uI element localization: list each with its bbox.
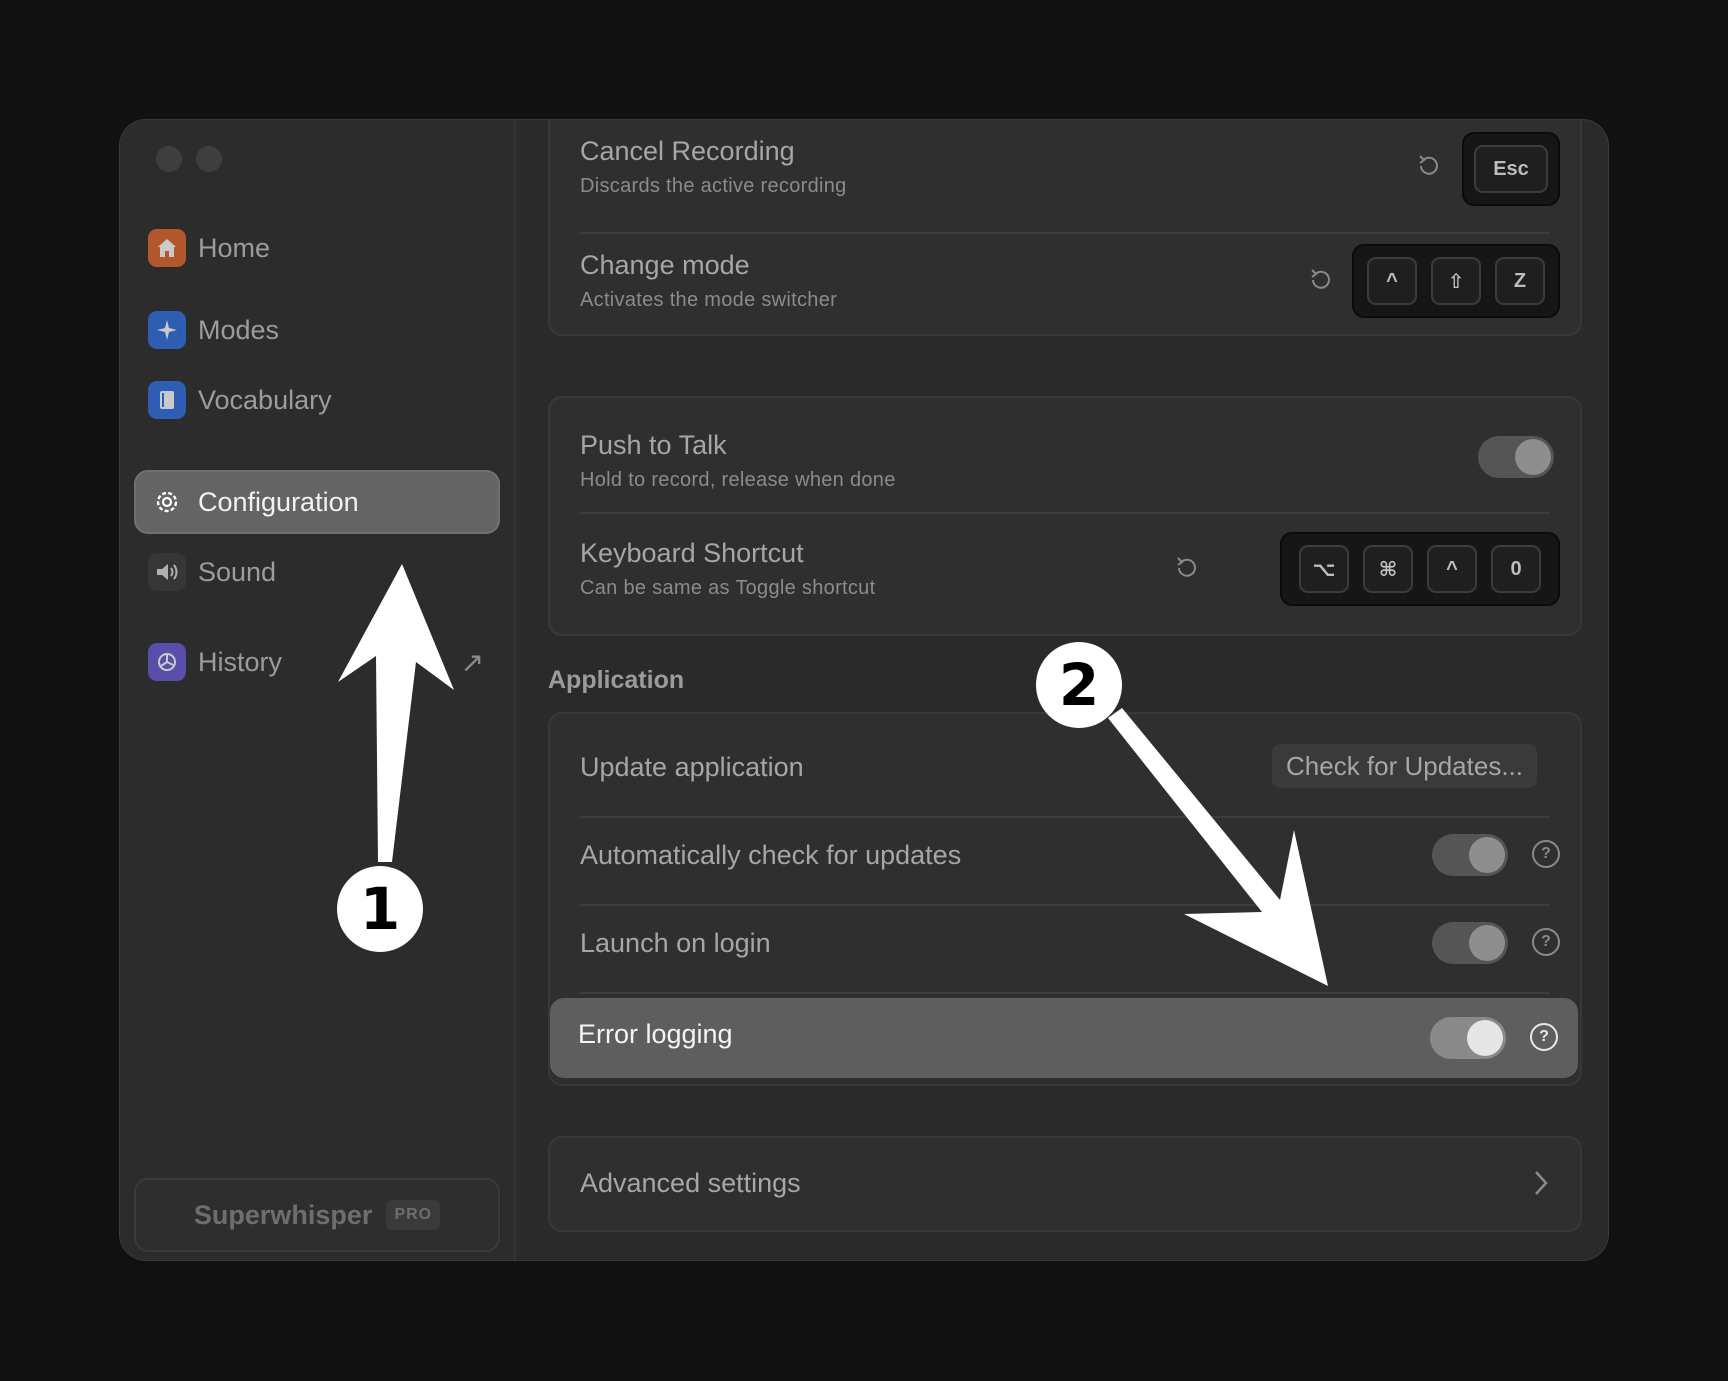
- toggle-knob: [1515, 439, 1551, 475]
- setting-title: Cancel Recording: [580, 136, 795, 166]
- house-icon: [148, 229, 186, 267]
- setting-title: Push to Talk: [580, 430, 727, 460]
- setting-title: Launch on login: [580, 928, 771, 958]
- toggle-knob: [1467, 1020, 1503, 1056]
- setting-row-launch-on-login: Launch on login: [580, 928, 1550, 959]
- shortcut-key: ^: [1427, 545, 1477, 593]
- book-icon: [148, 381, 186, 419]
- push-to-talk-toggle[interactable]: [1478, 436, 1554, 478]
- pro-badge: PRO: [386, 1200, 441, 1230]
- brand-name: Superwhisper: [193, 1199, 373, 1230]
- setting-row-push-to-talk: Push to Talk Hold to record, release whe…: [580, 430, 1550, 492]
- sidebar-item-label: Home: [198, 232, 271, 263]
- sidebar-item-modes[interactable]: Modes: [134, 298, 500, 362]
- external-link-icon: ↗: [460, 646, 484, 678]
- divider: [580, 904, 1550, 906]
- reset-shortcut-icon[interactable]: [1170, 552, 1202, 584]
- help-icon[interactable]: ?: [1530, 1023, 1558, 1051]
- sidebar-item-label: History: [198, 646, 283, 677]
- shortcut-key: ⌘: [1363, 545, 1413, 593]
- shortcut-key: Z: [1495, 257, 1545, 305]
- sidebar-item-label: Configuration: [198, 486, 359, 517]
- launch-on-login-toggle[interactable]: [1432, 922, 1508, 964]
- window-controls: [156, 146, 222, 172]
- settings-window: Home Modes Vocabulary Configuration Soun: [120, 120, 1608, 1260]
- setting-subtitle: Hold to record, release when done: [580, 469, 896, 491]
- close-window-button[interactable]: [156, 146, 182, 172]
- toggle-knob: [1469, 837, 1505, 873]
- annotation-badge-2: 2: [1036, 642, 1122, 728]
- section-title-application: Application: [548, 666, 685, 694]
- sidebar-item-sound[interactable]: Sound: [134, 540, 500, 604]
- annotation-badge-1: 1: [337, 866, 423, 952]
- setting-row-auto-check: Automatically check for updates: [580, 840, 1550, 871]
- sidebar-item-home[interactable]: Home: [134, 216, 500, 280]
- shortcut-key: 0: [1491, 545, 1541, 593]
- sidebar-item-label: Modes: [198, 314, 280, 345]
- sidebar-item-history[interactable]: History ↗: [134, 630, 500, 694]
- speaker-icon: [148, 553, 186, 591]
- divider: [580, 512, 1550, 514]
- minimize-window-button[interactable]: [196, 146, 222, 172]
- shortcut-keys-change-mode[interactable]: ^ ⇧ Z: [1352, 244, 1560, 318]
- help-icon[interactable]: ?: [1532, 928, 1560, 956]
- sparkle-icon: [148, 311, 186, 349]
- divider: [580, 232, 1550, 234]
- toggle-knob: [1469, 925, 1505, 961]
- check-for-updates-button[interactable]: Check for Updates...: [1272, 744, 1537, 788]
- shortcut-keys-push-to-talk[interactable]: ⌥ ⌘ ^ 0: [1280, 532, 1560, 606]
- reset-shortcut-icon[interactable]: [1412, 150, 1444, 182]
- setting-row-error-logging[interactable]: Error logging ?: [550, 998, 1578, 1078]
- setting-title: Error logging: [578, 1019, 733, 1049]
- setting-row-cancel-recording: Cancel Recording Discards the active rec…: [580, 136, 1550, 198]
- shortcuts-card: Cancel Recording Discards the active rec…: [548, 120, 1582, 336]
- advanced-settings-label-wrap: Advanced settings: [580, 1168, 1550, 1199]
- error-logging-toggle[interactable]: [1430, 1017, 1506, 1059]
- sidebar: Home Modes Vocabulary Configuration Soun: [120, 120, 516, 1260]
- setting-title: Advanced settings: [580, 1168, 801, 1198]
- shortcut-keys-cancel[interactable]: Esc: [1462, 132, 1560, 206]
- shortcut-key: ⌥: [1299, 545, 1349, 593]
- sidebar-item-label: Sound: [198, 556, 277, 587]
- setting-subtitle: Discards the active recording: [580, 175, 847, 197]
- sidebar-item-label: Vocabulary: [198, 384, 332, 415]
- history-icon: [148, 643, 186, 681]
- reset-shortcut-icon[interactable]: [1304, 264, 1336, 296]
- sidebar-item-configuration[interactable]: Configuration: [134, 470, 500, 534]
- shortcut-key: ^: [1367, 257, 1417, 305]
- shortcut-key: Esc: [1474, 145, 1548, 193]
- help-icon[interactable]: ?: [1532, 840, 1560, 868]
- auto-check-toggle[interactable]: [1432, 834, 1508, 876]
- advanced-settings-row[interactable]: Advanced settings: [548, 1136, 1582, 1232]
- push-to-talk-card: Push to Talk Hold to record, release whe…: [548, 396, 1582, 636]
- account-plan-button[interactable]: Superwhisper PRO: [134, 1178, 500, 1252]
- chevron-right-icon: [1532, 1168, 1550, 1206]
- gear-icon: [148, 483, 186, 521]
- divider: [580, 816, 1550, 818]
- shortcut-key: ⇧: [1431, 257, 1481, 305]
- sidebar-item-vocabulary[interactable]: Vocabulary: [134, 368, 500, 432]
- divider: [580, 992, 1550, 994]
- setting-title: Automatically check for updates: [580, 840, 962, 870]
